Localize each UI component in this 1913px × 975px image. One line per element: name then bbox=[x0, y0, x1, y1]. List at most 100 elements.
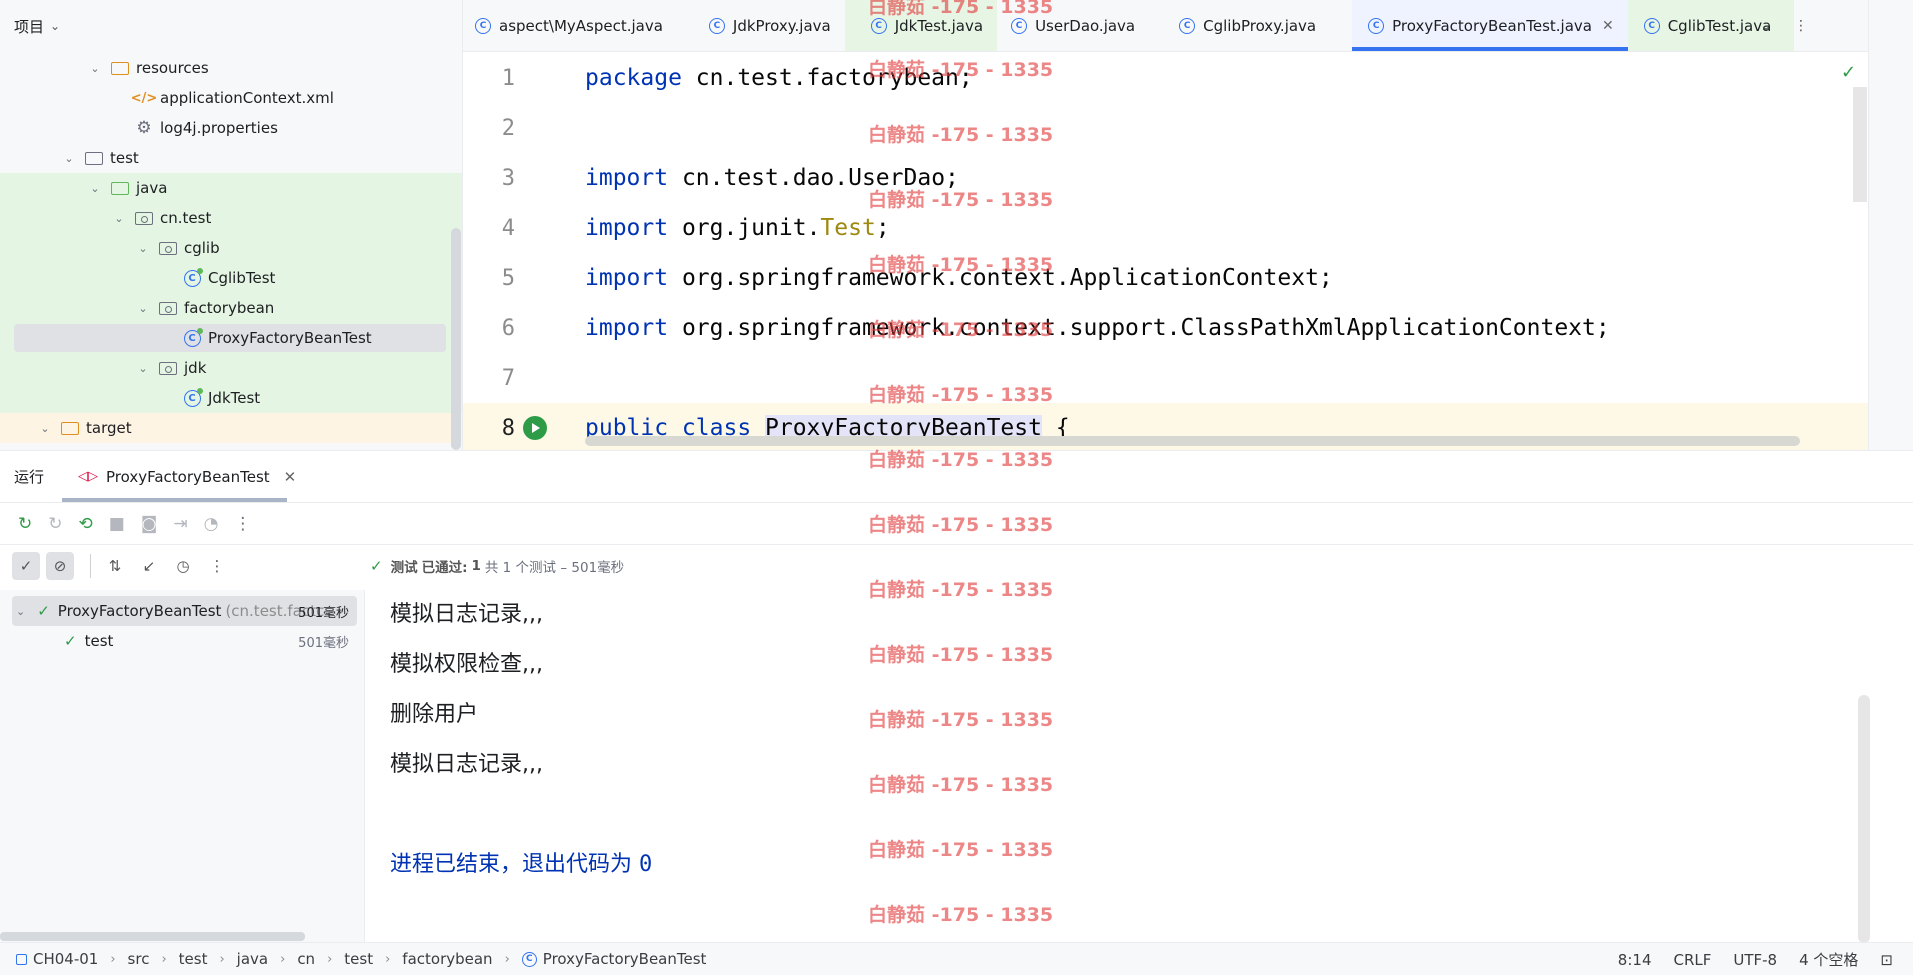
toggle-auto-test-icon[interactable]: ⟲ bbox=[79, 514, 93, 534]
coverage-icon[interactable]: ◔ bbox=[204, 514, 219, 534]
chevron-down-icon[interactable]: ⌄ bbox=[136, 362, 150, 375]
test-tree-child[interactable]: ✓ test 501毫秒 bbox=[12, 626, 357, 656]
tree-item-applicationcontext-xml[interactable]: </> applicationContext.xml bbox=[0, 83, 462, 113]
tab-label: ProxyFactoryBeanTest.java bbox=[1392, 16, 1592, 35]
tab-myaspect[interactable]: C aspect\MyAspect.java bbox=[463, 0, 677, 51]
editor-scrollbar[interactable] bbox=[1853, 87, 1867, 202]
module-icon bbox=[16, 953, 27, 965]
chevron-down-icon[interactable]: ⌄ bbox=[136, 242, 150, 255]
test-status: ✓ 测试 已通过: 1 共 1 个测试 – 501毫秒 bbox=[370, 545, 624, 587]
rerun-failed-icon[interactable]: ↻ bbox=[48, 514, 62, 534]
more-options-icon[interactable]: ⋮ bbox=[1794, 18, 1808, 34]
console-output[interactable]: 模拟日志记录,,, 模拟权限检查,,, 删除用户 模拟日志记录,,, 进程已结束… bbox=[366, 590, 1871, 943]
breadcrumb-item[interactable]: factorybean bbox=[402, 950, 492, 968]
lock-icon[interactable]: ⊡ bbox=[1880, 951, 1893, 969]
more-options-icon[interactable]: ⋮ bbox=[234, 514, 251, 534]
close-icon[interactable]: ✕ bbox=[284, 468, 297, 486]
chevron-right-icon: › bbox=[219, 951, 225, 967]
code-line: 2 bbox=[463, 103, 1868, 153]
caret-position[interactable]: 8:14 bbox=[1618, 951, 1652, 969]
run-tab-label: ProxyFactoryBeanTest bbox=[106, 467, 270, 486]
check-icon: ✓ bbox=[37, 602, 50, 620]
rerun-icon[interactable]: ↻ bbox=[18, 514, 32, 534]
tree-item-test[interactable]: ⌄ test bbox=[0, 143, 462, 173]
tree-item-label: ProxyFactoryBeanTest bbox=[208, 329, 372, 347]
test-tree-scrollbar[interactable] bbox=[0, 932, 305, 941]
line-number: 8 bbox=[501, 415, 515, 441]
stop-icon[interactable]: ■ bbox=[109, 514, 125, 534]
console-exit-line: 进程已结束，退出代码为 0 bbox=[390, 852, 653, 877]
chevron-down-icon[interactable]: ⌄ bbox=[112, 212, 126, 225]
tree-item-cglib[interactable]: ⌄ cglib bbox=[0, 233, 462, 263]
status-passed-count: 1 bbox=[471, 558, 481, 574]
code-text: import org.springframework.context.suppo… bbox=[585, 315, 1610, 341]
tree-item-jdktest[interactable]: C JdkTest bbox=[0, 383, 462, 413]
tree-item-log4j-properties[interactable]: ⚙ log4j.properties bbox=[0, 113, 462, 143]
tree-item-java[interactable]: ⌄ java bbox=[0, 173, 462, 203]
breadcrumb-item[interactable]: src bbox=[128, 950, 150, 968]
indent-setting[interactable]: 4 个空格 bbox=[1799, 949, 1858, 970]
chevron-down-icon[interactable]: ⌄ bbox=[62, 152, 76, 165]
more-options-icon[interactable]: ⋮ bbox=[203, 552, 231, 580]
file-encoding[interactable]: UTF-8 bbox=[1733, 951, 1777, 969]
line-number: 6 bbox=[501, 315, 515, 341]
breadcrumb-item[interactable]: java bbox=[237, 950, 268, 968]
chevron-down-icon[interactable]: ⌄ bbox=[88, 182, 102, 195]
breadcrumb-class[interactable]: C ProxyFactoryBeanTest bbox=[521, 950, 706, 968]
chevron-down-icon[interactable]: ⌄ bbox=[1760, 18, 1772, 34]
breadcrumb-item[interactable]: test bbox=[179, 950, 208, 968]
code-line: 4 import org.junit.Test; bbox=[463, 203, 1868, 253]
console-scrollbar[interactable] bbox=[1858, 695, 1870, 943]
camera-icon[interactable]: ◙ bbox=[141, 514, 158, 534]
chevron-down-icon[interactable]: ⌄ bbox=[136, 302, 150, 315]
project-panel: 项目 ⌄ ⌄ resources </> applicationContext.… bbox=[0, 0, 463, 450]
no-problems-check-icon[interactable]: ✓ bbox=[1841, 62, 1856, 83]
console-line: 模拟权限检查,,, bbox=[390, 652, 543, 677]
show-passed-icon[interactable]: ✓ bbox=[12, 552, 40, 580]
run-tab[interactable]: ◁▷ ProxyFactoryBeanTest ✕ bbox=[78, 451, 296, 503]
status-passed-label: 已通过: bbox=[421, 560, 468, 576]
tree-item-proxyfactorybeantest[interactable]: C ProxyFactoryBeanTest bbox=[14, 324, 446, 352]
class-icon: C bbox=[708, 17, 725, 34]
project-scrollbar[interactable] bbox=[451, 228, 461, 450]
test-tree-root[interactable]: ⌄ ✓ ProxyFactoryBeanTest (cn.test.factc … bbox=[12, 596, 357, 626]
breadcrumb-module[interactable]: CH04-01 bbox=[16, 950, 98, 968]
sort-icon[interactable]: ⇅ bbox=[101, 552, 129, 580]
run-test-icon[interactable] bbox=[523, 416, 547, 440]
tab-userdao[interactable]: C UserDao.java bbox=[997, 0, 1149, 51]
tree-item-cglibtest[interactable]: C CglibTest bbox=[0, 263, 462, 293]
toolbar-separator bbox=[90, 554, 91, 578]
test-root-label: ProxyFactoryBeanTest bbox=[57, 602, 222, 620]
code-text: import org.junit.Test; bbox=[585, 215, 890, 241]
chevron-down-icon[interactable]: ⌄ bbox=[88, 62, 102, 75]
show-ignored-icon[interactable]: ⊘ bbox=[46, 552, 74, 580]
editor-horizontal-scrollbar[interactable] bbox=[585, 436, 1800, 446]
tab-cglibproxy[interactable]: C CglibProxy.java bbox=[1149, 0, 1330, 51]
tab-jdktest[interactable]: C JdkTest.java bbox=[844, 0, 998, 51]
breadcrumb-item[interactable]: cn bbox=[297, 950, 315, 968]
run-panel: 运行 ◁▷ ProxyFactoryBeanTest ✕ ↻ ↻ ⟲ ■ ◙ ⇥… bbox=[0, 450, 1913, 943]
tree-item-label: cn.test bbox=[160, 209, 212, 227]
import-icon[interactable]: ⇥ bbox=[173, 514, 187, 534]
clock-icon[interactable]: ◷ bbox=[169, 552, 197, 580]
tab-proxyfactorybeantest[interactable]: C ProxyFactoryBeanTest.java ✕ bbox=[1352, 0, 1628, 51]
tree-item-jdk[interactable]: ⌄ jdk bbox=[0, 353, 462, 383]
status-prefix: 测试 bbox=[390, 560, 418, 576]
chevron-right-icon: › bbox=[327, 951, 333, 967]
breadcrumb-item[interactable]: test bbox=[344, 950, 373, 968]
tree-item-target[interactable]: ⌄ target bbox=[0, 413, 462, 443]
code-editor[interactable]: 1 package cn.test.factorybean; 2 3 impor… bbox=[463, 52, 1868, 450]
run-tab-indicator bbox=[62, 498, 287, 502]
close-icon[interactable]: ✕ bbox=[1602, 18, 1614, 34]
tree-item-resources[interactable]: ⌄ resources bbox=[0, 53, 462, 83]
code-line: 5 import org.springframework.context.App… bbox=[463, 253, 1868, 303]
chevron-down-icon[interactable]: ⌄ bbox=[38, 422, 52, 435]
chevron-down-icon[interactable]: ⌄ bbox=[16, 605, 25, 618]
tree-item-factorybean[interactable]: ⌄ factorybean bbox=[0, 293, 462, 323]
line-separator[interactable]: CRLF bbox=[1673, 951, 1711, 969]
chevron-down-icon[interactable]: ⌄ bbox=[50, 19, 60, 33]
project-header[interactable]: 项目 ⌄ bbox=[0, 0, 462, 52]
collapse-icon[interactable]: ↙ bbox=[135, 552, 163, 580]
tree-item-cn-test[interactable]: ⌄ cn.test bbox=[0, 203, 462, 233]
tab-jdkproxy[interactable]: C JdkProxy.java bbox=[677, 0, 845, 51]
